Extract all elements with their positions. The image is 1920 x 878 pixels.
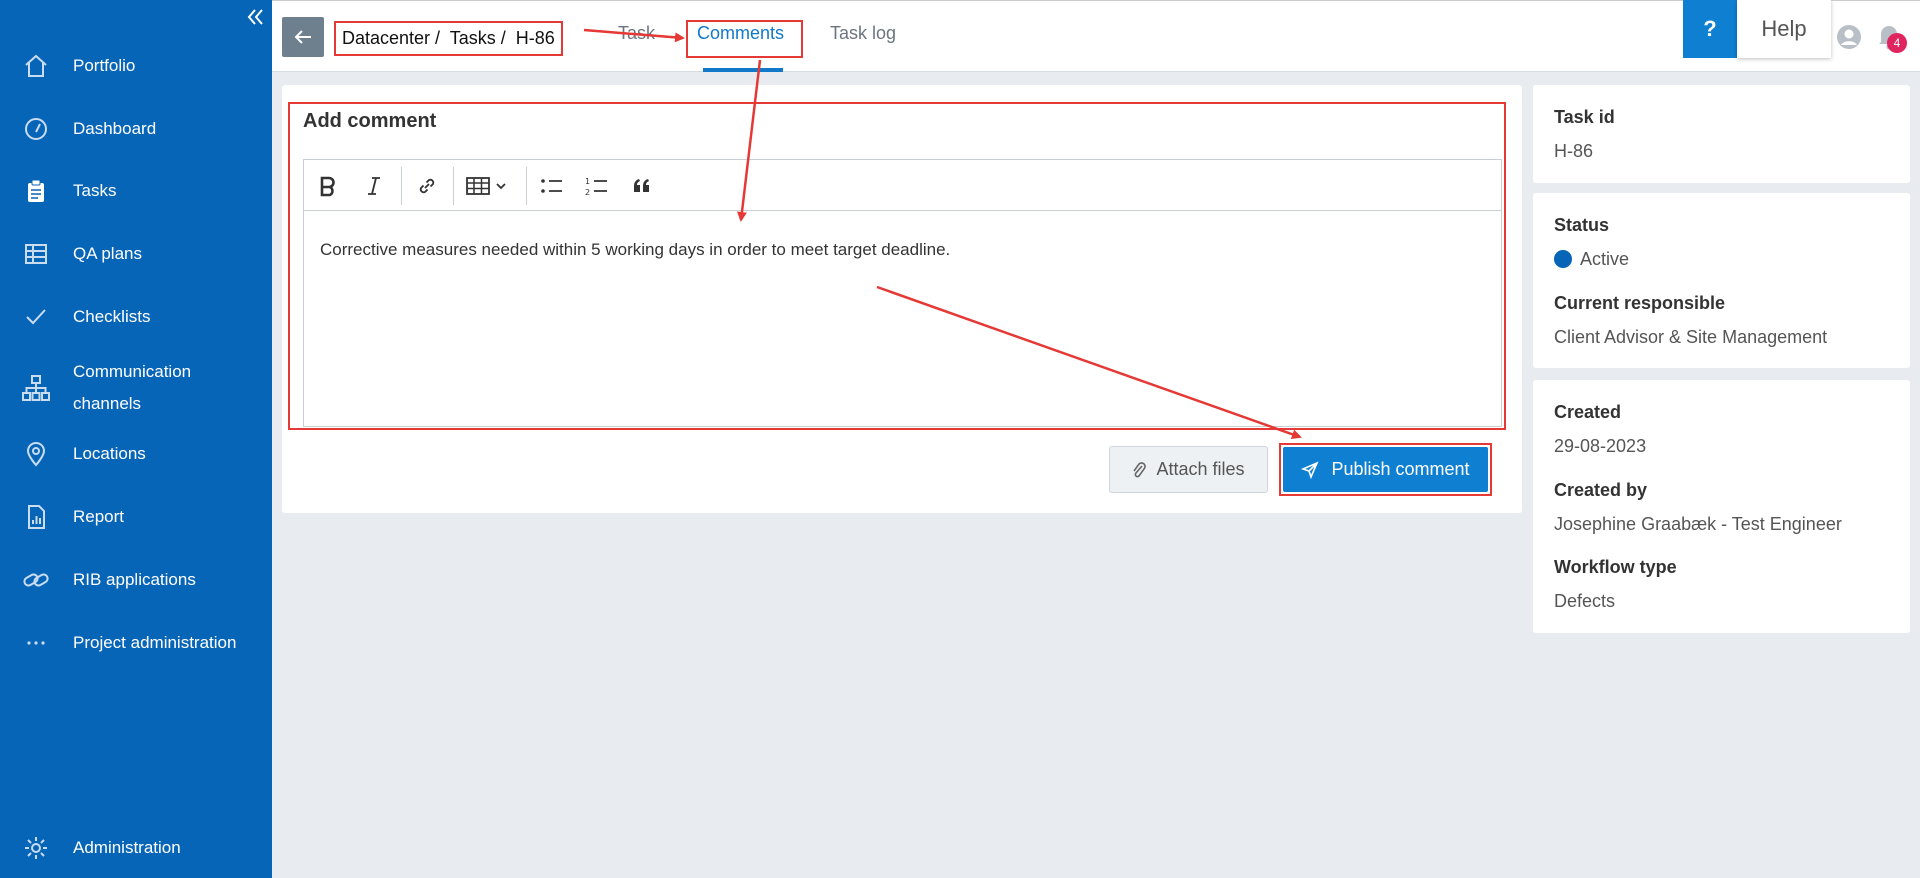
workflow-value: Defects <box>1554 591 1616 611</box>
gear-icon <box>22 834 50 862</box>
comment-editor[interactable]: 12 Corrective measures needed within 5 w… <box>303 159 1502 427</box>
link-button[interactable] <box>411 170 443 202</box>
sidebar-item-tasks[interactable]: Tasks <box>0 175 272 207</box>
sidebar-item-label: QA plans <box>73 244 142 263</box>
task-id-card <box>1533 85 1910 183</box>
publish-comment-button[interactable]: Publish comment <box>1283 447 1488 492</box>
table-insert-button[interactable] <box>462 170 518 202</box>
italic-icon <box>368 177 380 195</box>
comment-text[interactable]: Corrective measures needed within 5 work… <box>320 240 950 260</box>
created-by-label: Created by <box>1554 480 1648 500</box>
sidebar-item-label: Administration <box>73 838 181 857</box>
back-button[interactable] <box>282 17 324 57</box>
paperclip-icon <box>1133 461 1147 477</box>
sidebar-item-checklists[interactable]: Checklists <box>0 301 272 333</box>
link-icon <box>22 566 50 594</box>
sidebar-item-label: Report <box>73 507 125 526</box>
tab-highlight-box <box>686 20 803 58</box>
table-icon <box>22 240 50 268</box>
sidebar-item-label: Project administration <box>73 633 237 652</box>
user-avatar-icon[interactable] <box>1836 24 1862 50</box>
send-icon <box>1301 460 1319 479</box>
sidebar-item-label: Dashboard <box>73 119 157 138</box>
top-bar: Datacenter / Tasks / H-86 Task Comments … <box>272 0 1920 72</box>
report-icon <box>22 503 50 531</box>
svg-text:2: 2 <box>585 188 590 197</box>
sidebar-item-qa-plans[interactable]: QA plans <box>0 238 272 270</box>
check-icon <box>22 303 50 331</box>
editor-toolbar: 12 <box>304 160 1501 211</box>
notification-badge: 4 <box>1887 33 1907 53</box>
sidebar-item-label: Checklists <box>73 307 151 326</box>
sidebar-item-report[interactable]: Report <box>0 501 272 533</box>
bold-icon <box>320 176 335 197</box>
home-icon <box>22 52 50 80</box>
created-label: Created <box>1554 402 1622 422</box>
attach-files-button[interactable]: Attach files <box>1109 446 1268 493</box>
sidebar-item-project-administration[interactable]: Project administration <box>0 627 272 659</box>
tab-task-log[interactable]: Task log <box>830 23 896 44</box>
help-label[interactable]: Help <box>1737 0 1831 58</box>
sidebar-item-administration[interactable]: Administration <box>0 832 272 864</box>
sidebar-item-label: Portfolio <box>73 56 136 75</box>
italic-button[interactable] <box>358 170 390 202</box>
task-id-label: Task id <box>1554 107 1615 127</box>
attach-files-label: Attach files <box>1156 459 1245 479</box>
location-pin-icon <box>22 440 50 468</box>
quote-icon <box>634 179 649 192</box>
sidebar-item-rib-applications[interactable]: RIB applications <box>0 564 272 596</box>
status-dot <box>1554 250 1572 268</box>
tab-task[interactable]: Task <box>618 23 655 44</box>
svg-text:1: 1 <box>585 177 590 186</box>
link-icon <box>419 178 435 194</box>
workflow-label: Workflow type <box>1554 557 1677 577</box>
active-tab-indicator <box>703 68 783 72</box>
created-value: 29-08-2023 <box>1554 436 1647 456</box>
sidebar-item-portfolio[interactable]: Portfolio <box>0 50 272 82</box>
sidebar-item-label: RIB applications <box>73 570 196 589</box>
numbered-list-icon: 12 <box>585 177 607 197</box>
breadcrumb: Datacenter / Tasks / H-86 <box>334 21 563 56</box>
blockquote-button[interactable] <box>626 170 658 202</box>
bulleted-list-button[interactable] <box>536 170 568 202</box>
sidebar: Portfolio Dashboard Tasks QA plans Check… <box>0 0 272 878</box>
bold-button[interactable] <box>312 170 344 202</box>
sidebar-item-label: Tasks <box>73 181 117 200</box>
network-icon <box>22 374 50 402</box>
table-icon <box>466 177 506 195</box>
responsible-value: Client Advisor & Site Management <box>1554 327 1828 347</box>
sidebar-item-dashboard[interactable]: Dashboard <box>0 113 272 145</box>
task-id-value: H-86 <box>1554 141 1594 161</box>
sidebar-item-label: Communication channels <box>73 362 192 413</box>
add-comment-title: Add comment <box>303 110 437 132</box>
responsible-label: Current responsible <box>1554 293 1726 313</box>
bulleted-list-icon <box>541 179 562 193</box>
sidebar-item-locations[interactable]: Locations <box>0 438 272 470</box>
clipboard-icon <box>22 177 50 205</box>
created-by-value: Josephine Graabæk - Test Engineer <box>1554 514 1842 534</box>
arrow-left-icon <box>294 30 311 44</box>
sidebar-item-label: Locations <box>73 444 146 463</box>
status-text: Active <box>1580 249 1630 269</box>
status-label: Status <box>1554 215 1610 235</box>
collapse-sidebar-icon[interactable] <box>244 6 266 28</box>
publish-comment-label: Publish comment <box>1331 459 1470 479</box>
gauge-icon <box>22 115 50 143</box>
more-icon <box>22 629 50 657</box>
help-button[interactable]: ? <box>1683 0 1737 58</box>
sidebar-item-communication-channels[interactable]: Communication channels <box>0 356 272 420</box>
status-value: Active <box>1554 249 1629 270</box>
numbered-list-button[interactable]: 12 <box>581 170 613 202</box>
